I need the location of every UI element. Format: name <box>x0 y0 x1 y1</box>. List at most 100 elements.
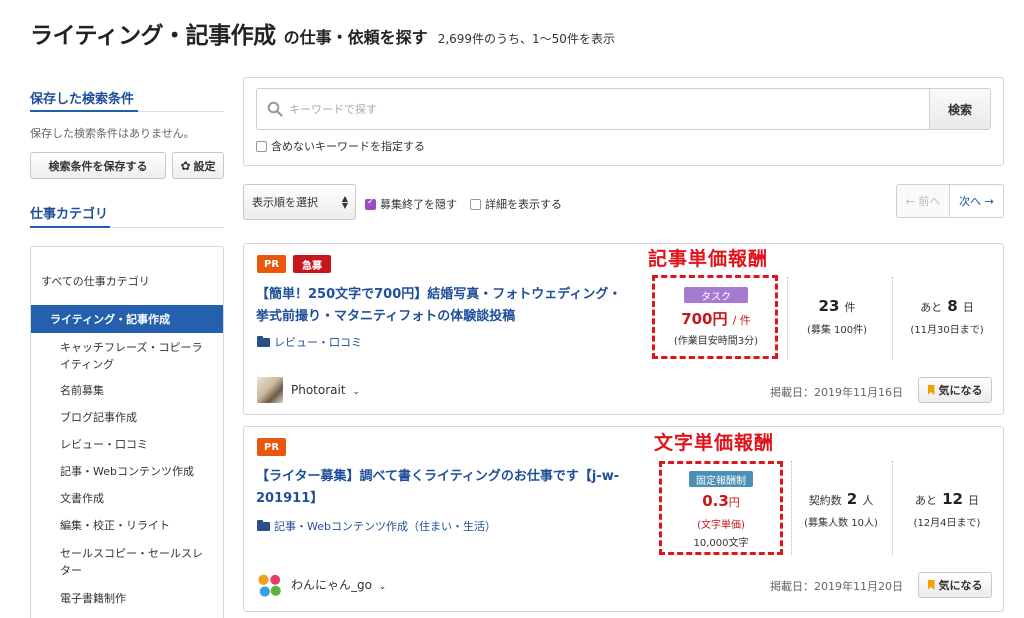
category-item[interactable]: 記事・Webコンテンツ作成 <box>60 463 210 480</box>
count-value: 2 <box>846 490 858 508</box>
contract-count: 契約数 2 人 <box>794 489 888 508</box>
days-unit: 日 <box>962 301 974 314</box>
settings-button[interactable]: ✿ 設定 <box>172 152 224 179</box>
days-prefix: あと <box>920 301 943 314</box>
divider <box>791 461 792 555</box>
show-details-label: 詳細を表示する <box>485 198 562 211</box>
search-input[interactable]: キーワードで探す <box>256 88 930 130</box>
chevron-down-icon: ⌄ <box>352 387 360 397</box>
category-item[interactable]: セールスコピー・セールスレター <box>60 545 210 579</box>
category-heading: 仕事カテゴリ <box>30 207 109 222</box>
price-value: 0.3 <box>702 492 729 510</box>
category-active[interactable]: ライティング・記事作成 <box>31 305 223 333</box>
gear-icon: ✿ <box>180 158 191 173</box>
category-item[interactable]: レビュー・口コミ <box>60 436 210 453</box>
category-all[interactable]: すべての仕事カテゴリ <box>41 273 150 289</box>
category-item[interactable]: 名前募集 <box>60 382 210 399</box>
job-category-label: 記事・Webコンテンツ作成（住まい・生活） <box>274 520 496 533</box>
favorite-button[interactable]: 気になる <box>918 377 992 403</box>
price: 0.3円 <box>662 491 780 510</box>
price-value: 700円 <box>681 310 728 328</box>
divider <box>892 277 893 359</box>
client-name[interactable]: Photorait ⌄ <box>291 383 360 397</box>
search-panel: キーワードで探す 検索 含めないキーワードを指定する <box>243 77 1004 166</box>
exclude-keyword-label: 含めないキーワードを指定する <box>271 140 425 153</box>
job-card[interactable]: PR 急募 【簡単！250文字で700円】結婚写真・フォトウェディング・挙式前撮… <box>243 243 1004 415</box>
deadline-date: (12月4日まで) <box>913 518 981 529</box>
price-note: (作業目安時間3分) <box>673 336 759 347</box>
search-button[interactable]: 検索 <box>929 88 991 130</box>
category-item[interactable]: 文書作成 <box>60 490 210 507</box>
job-title-link[interactable]: 【簡単！250文字で700円】結婚写真・フォトウェディング・挙式前撮り・マタニテ… <box>256 284 626 328</box>
category-item[interactable]: 電子書籍制作 <box>60 590 210 607</box>
saved-search-heading: 保存した検索条件 <box>30 92 135 107</box>
result-count: 2,699件のうち、1〜50件を表示 <box>437 32 615 46</box>
show-details-option[interactable]: 詳細を表示する <box>470 196 562 212</box>
folder-icon <box>257 519 270 531</box>
hide-closed-checkbox[interactable] <box>365 197 376 210</box>
days-left: あと 8 日 <box>897 296 997 315</box>
category-item[interactable]: ブログ記事作成 <box>60 409 210 426</box>
divider <box>110 227 224 228</box>
days-value: 12 <box>942 490 963 508</box>
pay-type-badge: タスク <box>684 287 748 303</box>
divider <box>892 461 893 555</box>
deadline-date: (11月30日まで) <box>910 325 984 336</box>
client-name[interactable]: わんにゃん_go ⌄ <box>291 576 386 593</box>
annotation-label: 記事単価報酬 <box>648 248 769 270</box>
days-value: 8 <box>947 297 958 315</box>
count-unit: 人 <box>862 494 874 507</box>
prev-page-button[interactable]: ← 前へ <box>896 184 950 218</box>
bookmark-icon <box>927 385 935 395</box>
count-note: (募集 100件) <box>806 325 868 336</box>
posted-date: 掲載日：2019年11月20日 <box>770 580 903 593</box>
search-placeholder: キーワードで探す <box>289 103 377 116</box>
avatar[interactable] <box>257 377 283 403</box>
price-unit: 円 <box>728 496 740 509</box>
favorite-label: 気になる <box>938 384 983 397</box>
character-count: 10,000文字 <box>693 538 749 549</box>
exclude-keyword-checkbox[interactable] <box>256 140 267 152</box>
client-name-label: わんにゃん_go <box>291 578 372 592</box>
hide-closed-option[interactable]: 募集終了を隠す <box>365 196 457 212</box>
saved-search-empty: 保存した検索条件はありません。 <box>30 127 195 140</box>
price: 700円 / 件 <box>656 308 776 329</box>
pr-badge: PR <box>257 438 286 456</box>
bookmark-icon <box>927 580 935 590</box>
job-title-link[interactable]: 【ライター募集】調べて書くライティングのお仕事です【j-w-201911】 <box>256 466 626 510</box>
next-page-button[interactable]: 次へ → <box>949 184 1004 218</box>
avatar[interactable] <box>257 572 283 598</box>
count-value: 23 <box>818 297 840 315</box>
page-title-main: ライティング・記事作成 <box>30 23 276 49</box>
pay-type-badge: 固定報酬制 <box>689 471 753 487</box>
count-unit: 件 <box>844 301 856 314</box>
divider <box>787 277 788 359</box>
chevron-down-icon: ⌄ <box>378 582 387 592</box>
category-item[interactable]: キャッチフレーズ・コピーライティング <box>60 339 210 373</box>
job-category-link[interactable]: 記事・Webコンテンツ作成（住まい・生活） <box>257 518 496 534</box>
folder-icon <box>257 335 270 347</box>
saved-heading-underline <box>30 110 138 112</box>
category-item[interactable]: 編集・校正・リライト <box>60 517 210 534</box>
urgent-badge: 急募 <box>293 255 331 273</box>
favorite-label: 気になる <box>938 579 983 592</box>
application-count: 23 件 <box>792 296 882 315</box>
price-unit: / 件 <box>732 314 751 327</box>
hide-closed-label: 募集終了を隠す <box>380 198 457 211</box>
favorite-button[interactable]: 気になる <box>918 572 992 598</box>
client-name-label: Photorait <box>291 383 346 397</box>
count-prefix: 契約数 <box>808 494 842 507</box>
sort-select-label: 表示順を選択 <box>252 196 318 209</box>
price-note: (文字単価) <box>697 520 745 531</box>
page-title: ライティング・記事作成 の仕事・依頼を探す 2,699件のうち、1〜50件を表示 <box>30 16 615 50</box>
save-search-button[interactable]: 検索条件を保存する <box>30 152 166 179</box>
page-title-sub: の仕事・依頼を探す <box>283 28 428 47</box>
count-note: (募集人数 10人) <box>804 518 878 529</box>
sort-select[interactable]: 表示順を選択 ▲ ▼ <box>243 184 356 220</box>
show-details-checkbox[interactable] <box>470 198 481 210</box>
exclude-keyword-option[interactable]: 含めないキーワードを指定する <box>256 138 425 154</box>
settings-label: 設定 <box>193 159 216 173</box>
days-unit: 日 <box>968 494 980 507</box>
job-card[interactable]: PR 【ライター募集】調べて書くライティングのお仕事です【j-w-201911】… <box>243 426 1004 612</box>
job-category-link[interactable]: レビュー・口コミ <box>257 334 362 350</box>
